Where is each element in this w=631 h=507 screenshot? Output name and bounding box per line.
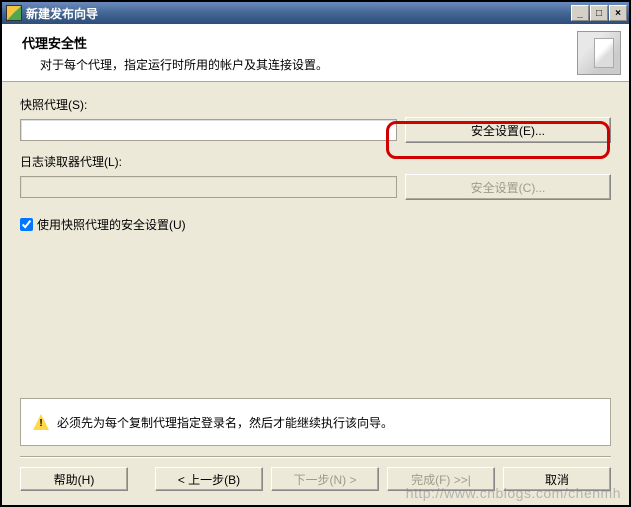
titlebar: 新建发布向导 _ □ × — [2, 2, 629, 24]
warning-box: 必须先为每个复制代理指定登录名，然后才能继续执行该向导。 — [20, 398, 611, 446]
close-button[interactable]: × — [609, 5, 627, 21]
window-title: 新建发布向导 — [26, 5, 571, 22]
warning-icon — [33, 414, 49, 430]
logreader-agent-label: 日志读取器代理(L): — [20, 153, 611, 170]
maximize-button[interactable]: □ — [590, 5, 608, 21]
snapshot-agent-label: 快照代理(S): — [20, 96, 611, 113]
next-button: 下一步(N) > — [271, 467, 379, 491]
use-snapshot-security-checkbox[interactable] — [20, 218, 33, 231]
logreader-agent-input — [20, 176, 397, 198]
snapshot-security-button[interactable]: 安全设置(E)... — [405, 117, 611, 143]
cancel-button[interactable]: 取消 — [503, 467, 611, 491]
snapshot-agent-input[interactable] — [20, 119, 397, 141]
back-button[interactable]: < 上一步(B) — [155, 467, 263, 491]
banner-subtitle: 对于每个代理，指定运行时所用的帐户及其连接设置。 — [22, 56, 577, 73]
banner-icon — [577, 31, 621, 75]
divider — [20, 456, 611, 457]
banner-title: 代理安全性 — [22, 33, 577, 52]
use-snapshot-security-label: 使用快照代理的安全设置(U) — [37, 216, 186, 233]
finish-button: 完成(F) >>| — [387, 467, 495, 491]
wizard-banner: 代理安全性 对于每个代理，指定运行时所用的帐户及其连接设置。 — [2, 24, 629, 82]
app-icon — [6, 5, 22, 21]
logreader-security-button: 安全设置(C)... — [405, 174, 611, 200]
help-button[interactable]: 帮助(H) — [20, 467, 128, 491]
minimize-button[interactable]: _ — [571, 5, 589, 21]
warning-text: 必须先为每个复制代理指定登录名，然后才能继续执行该向导。 — [57, 414, 393, 431]
